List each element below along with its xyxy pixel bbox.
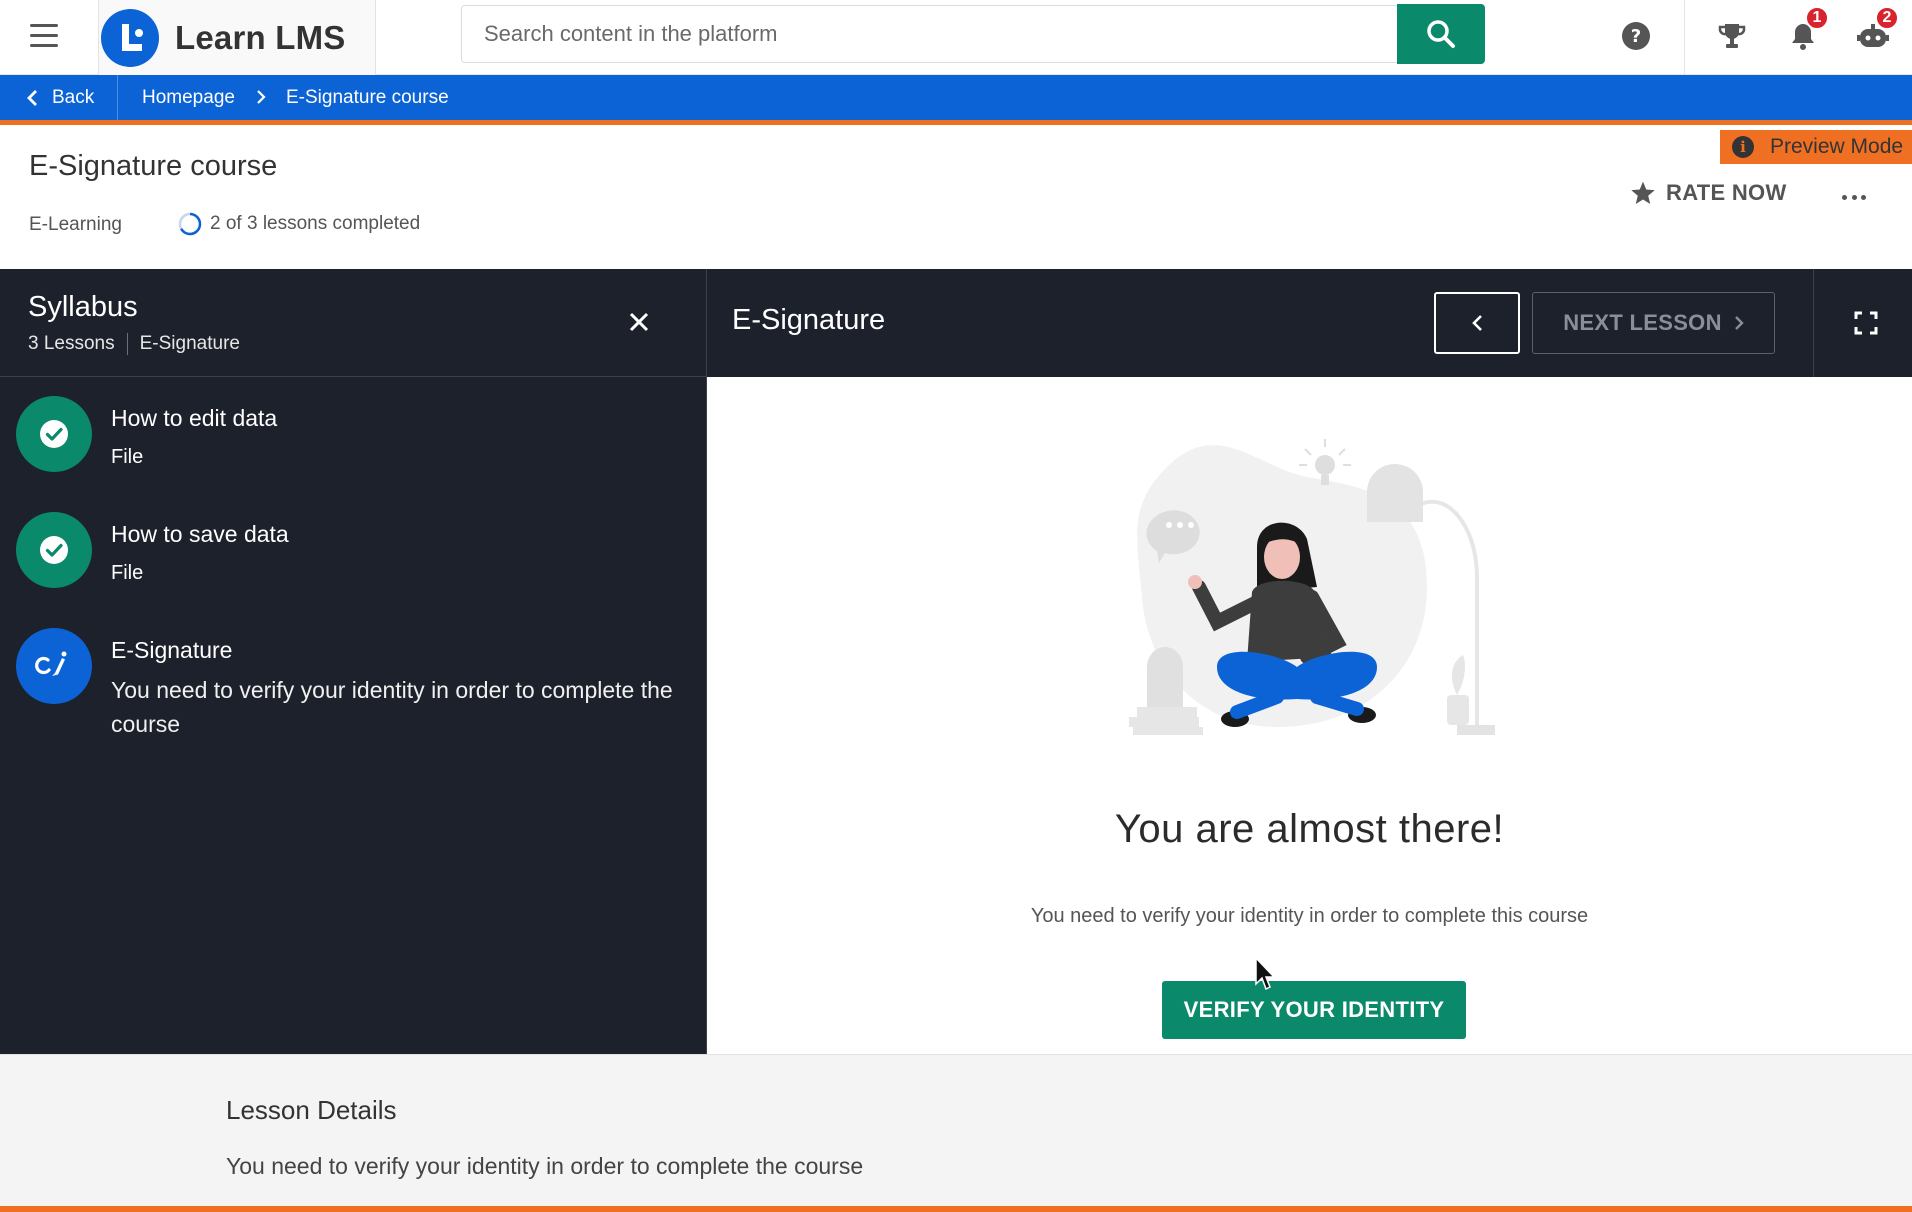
progress-text: 2 of 3 lessons completed: [210, 213, 421, 234]
verify-identity-button[interactable]: VERIFY YOUR IDENTITY: [1162, 981, 1466, 1039]
back-label: Back: [52, 86, 95, 108]
help-button[interactable]: ?: [1614, 14, 1658, 58]
search-icon: [1427, 20, 1455, 48]
syllabus-lesson-item[interactable]: How to save data File: [0, 493, 706, 609]
back-button[interactable]: Back: [0, 75, 118, 120]
lesson-details-title: Lesson Details: [226, 1095, 397, 1125]
preview-mode-banner: i Preview Mode: [1720, 130, 1912, 164]
woman-meditating-illustration: [1129, 439, 1495, 735]
mouse-cursor-icon: [1255, 956, 1276, 991]
lesson-type: File: [111, 562, 144, 584]
menu-icon[interactable]: [22, 18, 66, 54]
lesson-completed-icon: [16, 512, 92, 588]
assistant-badge: 2: [1875, 6, 1899, 30]
syllabus-title: Syllabus: [28, 291, 138, 323]
syllabus-lesson-item-current[interactable]: E-Signature You need to verify your iden…: [0, 609, 706, 749]
lesson-details-text: You need to verify your identity in orde…: [226, 1153, 864, 1179]
lesson-type: File: [111, 446, 144, 468]
course-type: E-Learning: [29, 214, 122, 235]
syllabus-header: Syllabus 3 Lessons E-Signature: [0, 269, 706, 377]
breadcrumb-home-link[interactable]: Homepage: [142, 87, 235, 109]
signature-icon: [16, 628, 92, 704]
star-icon: [1631, 181, 1655, 205]
breadcrumb-current: E-Signature course: [286, 87, 449, 108]
app-name: Learn LMS: [175, 18, 346, 56]
lesson-completed-icon: [16, 396, 92, 472]
chevron-left-icon: [1472, 315, 1482, 331]
player-header: E-Signature NEXT LESSON: [707, 269, 1912, 377]
top-bar: Learn LMS ? 1 2: [0, 0, 1912, 75]
lesson-title: How to edit data: [111, 405, 278, 431]
lesson-title: E-Signature: [111, 637, 233, 663]
info-icon: i: [1732, 136, 1754, 158]
fullscreen-icon[interactable]: [1852, 309, 1880, 337]
course-progress: 2 of 3 lessons completed: [178, 212, 420, 236]
achievements-button[interactable]: [1710, 14, 1754, 58]
close-icon[interactable]: [622, 305, 656, 339]
syllabus-panel: Syllabus 3 Lessons E-Signature How to ed…: [0, 269, 707, 1054]
breadcrumb: Back Homepage E-Signature course: [0, 75, 1912, 125]
rate-now-label: RATE NOW: [1666, 180, 1787, 205]
chevron-left-icon: [27, 89, 37, 106]
lesson-details: Lesson Details You need to verify your i…: [0, 1054, 1912, 1206]
chevron-right-icon: [1734, 316, 1744, 330]
logo[interactable]: Learn LMS: [98, 0, 376, 75]
page-title: E-Signature course: [29, 150, 278, 182]
syllabus-meta: 3 Lessons E-Signature: [28, 333, 240, 355]
completion-heading: You are almost there!: [1114, 807, 1505, 851]
footer-accent-bar: [0, 1206, 1912, 1212]
progress-ring-icon: [178, 212, 202, 236]
notification-badge: 1: [1805, 6, 1829, 30]
svg-text:?: ?: [1631, 26, 1641, 47]
previous-lesson-button[interactable]: [1434, 292, 1520, 354]
preview-mode-label: Preview Mode: [1770, 135, 1904, 158]
trophy-icon: [1718, 24, 1746, 48]
lesson-count: 3 Lessons: [28, 333, 115, 354]
toolbar-divider: [1684, 0, 1685, 75]
lesson-title: How to save data: [111, 521, 289, 547]
next-lesson-button[interactable]: NEXT LESSON: [1532, 292, 1775, 354]
help-icon: ?: [1622, 22, 1650, 50]
completion-message: You need to verify your identity in orde…: [1030, 905, 1589, 927]
more-options-icon[interactable]: [1836, 182, 1872, 212]
player-content: You are almost there! You need to verify…: [707, 377, 1912, 1054]
player-title: E-Signature: [732, 304, 886, 336]
next-lesson-label: NEXT LESSON: [1563, 310, 1722, 335]
syllabus-lesson-item[interactable]: How to edit data File: [0, 377, 706, 493]
header-divider: [1813, 269, 1814, 377]
rate-now-button[interactable]: RATE NOW: [1630, 180, 1787, 206]
logo-mark-icon: [101, 8, 159, 67]
notifications-button[interactable]: 1: [1781, 6, 1829, 58]
assistant-button[interactable]: 2: [1851, 6, 1899, 58]
search-button[interactable]: [1397, 4, 1485, 64]
syllabus-course-name: E-Signature: [139, 333, 240, 354]
chevron-right-icon: [257, 90, 266, 104]
course-header: E-Signature course E-Learning 2 of 3 les…: [0, 130, 1912, 269]
lesson-description: You need to verify your identity in orde…: [111, 677, 673, 737]
search-input[interactable]: [461, 5, 1398, 63]
